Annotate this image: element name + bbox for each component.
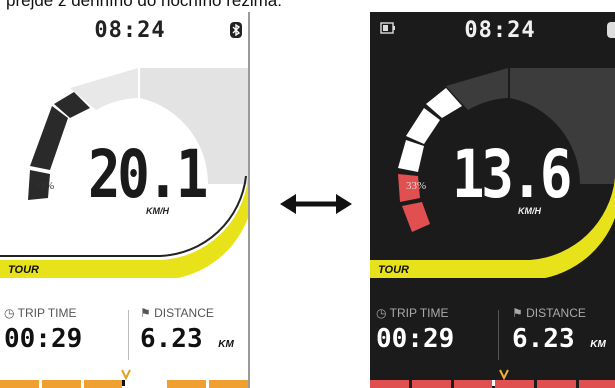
bar-segment [579,380,615,388]
battery-segment-bar [0,380,248,388]
distance-unit: KM [218,339,234,350]
bar-segment [83,380,123,388]
clock-icon: ◷ [376,306,387,320]
caption-text: prejde z denního do nočního režima: [6,0,282,10]
bluetooth-icon [230,22,242,38]
bar-segment [167,380,207,388]
stat-divider [128,310,129,360]
ride-mode-label: TOUR [8,264,39,276]
double-arrow-icon [280,194,352,214]
distance-label-group: ⚑ DISTANCE [140,306,214,320]
speed-value: 20.1 [88,136,209,213]
bar-segment [209,380,248,388]
assist-level: 33% [34,180,55,192]
distance-icon: ⚑ [512,306,523,320]
bluetooth-icon [607,22,615,38]
distance-value: 6.23 [140,324,203,354]
day-mode-screen: 08:24 33% 20.1 KM/H TOUR ◷ TRIP TIME 00:… [0,12,250,388]
distance-label: DISTANCE [154,306,214,320]
distance-label: DISTANCE [526,306,586,320]
bar-segment [125,380,165,388]
trip-time-label: TRIP TIME [17,306,77,320]
speed-value: 13.6 [452,136,573,213]
bar-segment [495,380,535,388]
trip-time-value: 00:29 [376,324,455,354]
distance-label-group: ⚑ DISTANCE [512,306,586,320]
ride-mode-label: TOUR [378,264,409,276]
distance-unit: KM [590,339,606,350]
bar-segment [370,380,409,388]
battery-segment-bar [370,380,615,388]
bar-segment [453,380,493,388]
distance-value-group: 6.23 KM [512,324,606,354]
trip-time-value: 00:29 [4,324,83,354]
stat-divider [498,310,499,360]
clock-time: 08:24 [464,18,536,43]
distance-value: 6.23 [512,324,575,354]
distance-icon: ⚑ [140,306,151,320]
bar-segment [411,380,451,388]
assist-level: 33% [406,180,427,192]
trip-time-label: TRIP TIME [389,306,449,320]
bar-segment [0,380,39,388]
trip-time-label-group: ◷ TRIP TIME [376,306,449,320]
bar-segment [537,380,577,388]
bar-segment [41,380,81,388]
night-mode-screen: 08:24 33% 13.6 KM/H TOUR ◷ TRIP TIME 00:… [370,12,615,388]
speed-unit: KM/H [146,206,169,216]
clock-icon: ◷ [4,306,15,320]
battery-icon [380,22,395,34]
trip-time-label-group: ◷ TRIP TIME [4,306,77,320]
distance-value-group: 6.23 KM [140,324,234,354]
speed-unit: KM/H [518,206,541,216]
clock-time: 08:24 [94,18,166,43]
